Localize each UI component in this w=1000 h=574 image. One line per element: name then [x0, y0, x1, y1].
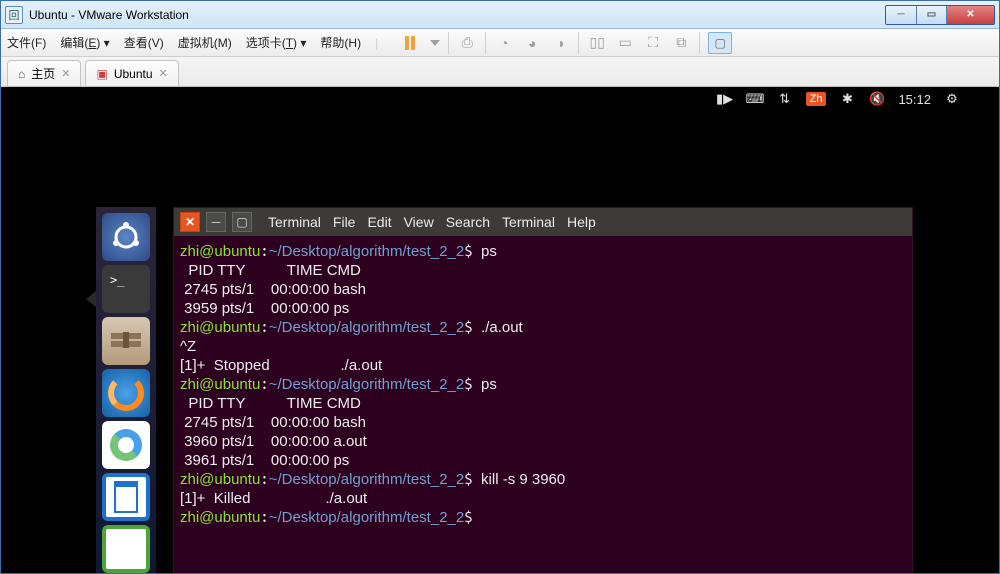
tab-label: 主页 — [31, 65, 55, 82]
minimize-button[interactable]: ─ — [886, 6, 916, 24]
writer-icon[interactable] — [102, 473, 150, 521]
gear-icon[interactable]: ⚙ — [943, 91, 961, 107]
separator — [699, 32, 700, 54]
panel-icon[interactable]: ▮▶ — [716, 91, 734, 107]
calc-icon[interactable] — [102, 525, 150, 573]
files-icon[interactable] — [102, 317, 150, 365]
clock-icon[interactable]: ◑ — [550, 33, 570, 53]
menu-file[interactable]: 文件(F) — [7, 34, 46, 51]
titlebar: 回 Ubuntu - VMware Workstation ─ ▭ ✕ — [1, 1, 999, 29]
chromium-icon[interactable] — [102, 421, 150, 469]
terminal-window: ✕ ─ ▢ Terminal File Edit View Search Ter… — [173, 207, 913, 573]
toolbar: ⎙ ◔ ◕ ◑ ▯▯ ▭ ⛶ ⧉ ▢ — [400, 32, 732, 54]
tab-close-icon[interactable]: ✕ — [61, 67, 70, 80]
fullscreen-icon[interactable]: ⛶ — [643, 33, 663, 53]
tab-label: Ubuntu — [114, 67, 153, 81]
term-maximize-button[interactable]: ▢ — [232, 212, 252, 232]
tab-strip: ⌂ 主页 ✕ ▣ Ubuntu ✕ — [1, 57, 999, 87]
menu-tabs[interactable]: 选项卡(T) ▾ — [246, 34, 307, 51]
clock-icon[interactable]: ◔ — [494, 33, 514, 53]
dash-icon[interactable] — [102, 213, 150, 261]
term-close-button[interactable]: ✕ — [180, 212, 200, 232]
tab-close-icon[interactable]: ✕ — [159, 67, 168, 80]
unity-icon[interactable]: ⧉ — [671, 33, 691, 53]
home-icon: ⌂ — [18, 67, 25, 81]
monitor-icon: ▣ — [96, 67, 107, 81]
ime-indicator[interactable]: Zh — [806, 92, 827, 106]
pause-dropdown-icon[interactable] — [430, 40, 440, 46]
snapshot-icon[interactable]: ⎙ — [457, 33, 477, 53]
app-window: 回 Ubuntu - VMware Workstation ─ ▭ ✕ 文件(F… — [0, 0, 1000, 574]
terminal-output[interactable]: zhi@ubuntu:~/Desktop/algorithm/test_2_2$… — [174, 236, 912, 573]
side-view-icon[interactable]: ▯▯ — [587, 33, 607, 53]
vm-display[interactable]: ▮▶ ⌨ ⇅ Zh ✱ 🔇 15:12 ⚙ — [1, 87, 999, 573]
clock-icon[interactable]: ◕ — [522, 33, 542, 53]
clock[interactable]: 15:12 — [898, 92, 931, 107]
firefox-icon[interactable] — [102, 369, 150, 417]
tab-home[interactable]: ⌂ 主页 ✕ — [7, 60, 81, 86]
menu-edit[interactable]: 编辑(E) ▾ — [60, 34, 109, 51]
menu-help[interactable]: 帮助(H) — [320, 34, 361, 51]
keyboard-icon[interactable]: ⌨ — [746, 91, 764, 107]
separator — [448, 32, 449, 54]
unity-launcher — [96, 207, 156, 573]
term-minimize-button[interactable]: ─ — [206, 212, 226, 232]
term-menu-view[interactable]: View — [404, 214, 434, 230]
window-controls: ─ ▭ ✕ — [885, 5, 995, 25]
terminal-menubar: Terminal File Edit View Search Terminal … — [258, 214, 596, 230]
term-menu-help[interactable]: Help — [567, 214, 596, 230]
term-menu-edit[interactable]: Edit — [367, 214, 391, 230]
separator — [485, 32, 486, 54]
menu-vm[interactable]: 虚拟机(M) — [178, 34, 232, 51]
network-icon[interactable]: ⇅ — [776, 91, 794, 107]
quick-switch-button[interactable]: ▢ — [708, 32, 732, 54]
tab-ubuntu[interactable]: ▣ Ubuntu ✕ — [85, 60, 178, 86]
pause-button[interactable] — [400, 33, 420, 53]
bluetooth-icon[interactable]: ✱ — [838, 91, 856, 107]
menubar: 文件(F) 编辑(E) ▾ 查看(V) 虚拟机(M) 选项卡(T) ▾ 帮助(H… — [1, 29, 999, 57]
term-menu-terminal[interactable]: Terminal — [268, 214, 321, 230]
volume-icon[interactable]: 🔇 — [868, 91, 886, 107]
close-button[interactable]: ✕ — [946, 6, 994, 24]
terminal-titlebar: ✕ ─ ▢ Terminal File Edit View Search Ter… — [174, 208, 912, 236]
separator — [578, 32, 579, 54]
ubuntu-panel: ▮▶ ⌨ ⇅ Zh ✱ 🔇 15:12 ⚙ — [716, 87, 961, 111]
menu-view[interactable]: 查看(V) — [124, 34, 164, 51]
maximize-button[interactable]: ▭ — [916, 6, 946, 24]
term-menu-search[interactable]: Search — [446, 214, 490, 230]
window-title: Ubuntu - VMware Workstation — [29, 8, 885, 22]
monitor-icon[interactable]: ▭ — [615, 33, 635, 53]
terminal-icon[interactable] — [102, 265, 150, 313]
term-menu-file[interactable]: File — [333, 214, 356, 230]
term-menu-terminal2[interactable]: Terminal — [502, 214, 555, 230]
vmware-icon: 回 — [5, 6, 23, 24]
